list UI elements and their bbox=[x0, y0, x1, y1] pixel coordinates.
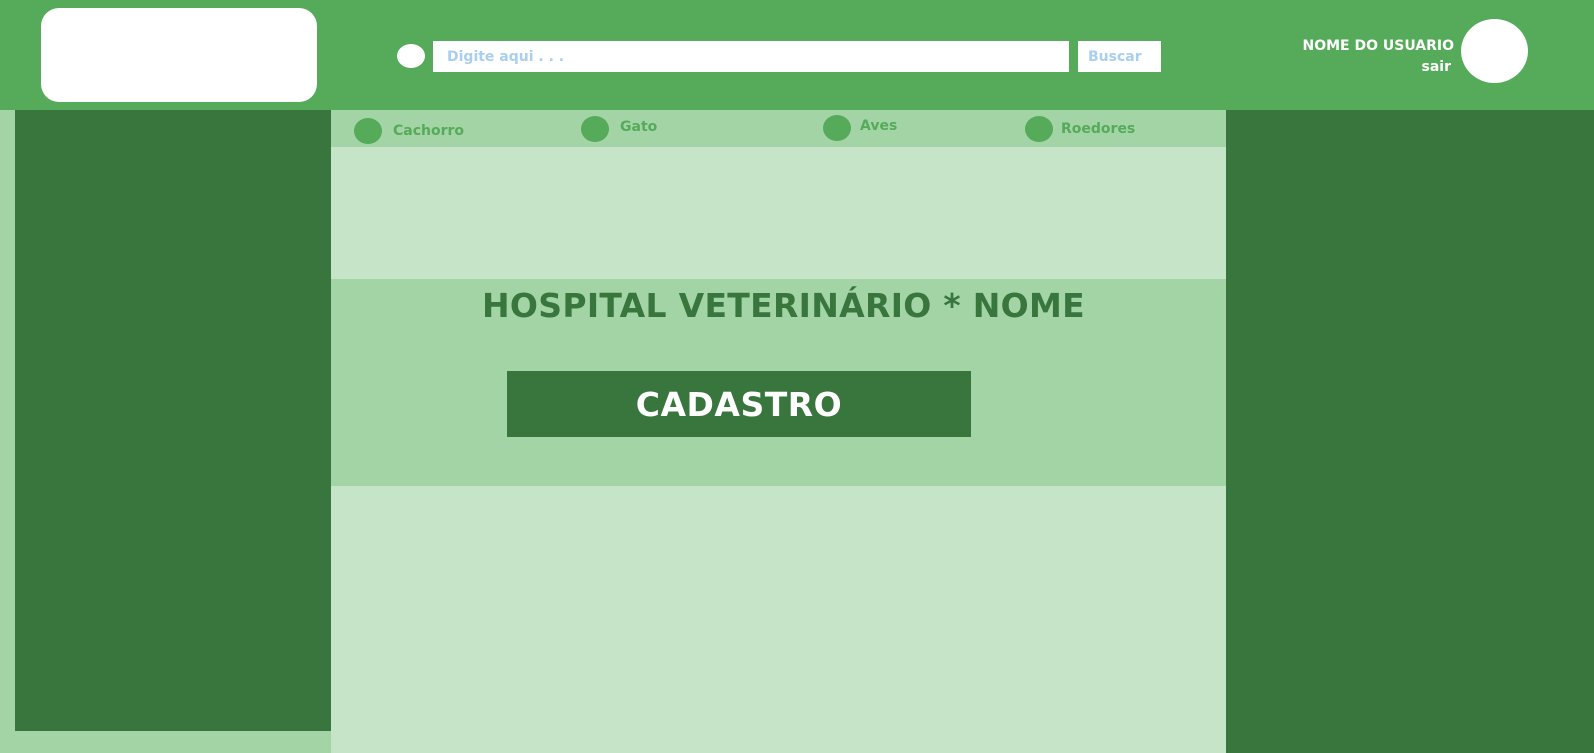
cadastro-button[interactable]: CADASTRO bbox=[507, 371, 971, 437]
category-item-aves[interactable]: Aves bbox=[823, 115, 897, 141]
search-input[interactable] bbox=[433, 41, 1069, 72]
user-name: NOME DO USUARIO bbox=[1302, 38, 1455, 54]
category-label: Aves bbox=[860, 117, 898, 134]
category-label: Gato bbox=[620, 118, 658, 135]
search-button[interactable]: Buscar bbox=[1078, 41, 1161, 72]
logo[interactable] bbox=[41, 8, 317, 102]
left-sidebar-footer bbox=[15, 731, 331, 753]
right-sidebar bbox=[1226, 110, 1594, 753]
avatar[interactable] bbox=[1461, 19, 1528, 83]
cat-icon bbox=[581, 116, 609, 142]
bird-icon bbox=[823, 115, 851, 141]
left-edge-strip bbox=[0, 110, 15, 753]
search-icon[interactable] bbox=[397, 44, 425, 68]
category-item-cachorro[interactable]: Cachorro bbox=[354, 118, 464, 144]
dog-icon bbox=[354, 118, 382, 144]
page-title: HOSPITAL VETERINÁRIO * NOME bbox=[482, 286, 1086, 325]
category-item-roedores[interactable]: Roedores bbox=[1025, 116, 1135, 142]
rodent-icon bbox=[1025, 116, 1053, 142]
left-sidebar bbox=[15, 110, 331, 731]
category-label: Cachorro bbox=[393, 123, 465, 139]
logout-link[interactable]: sair bbox=[1422, 59, 1451, 75]
category-label: Roedores bbox=[1061, 121, 1136, 137]
category-item-gato[interactable]: Gato bbox=[581, 116, 657, 142]
